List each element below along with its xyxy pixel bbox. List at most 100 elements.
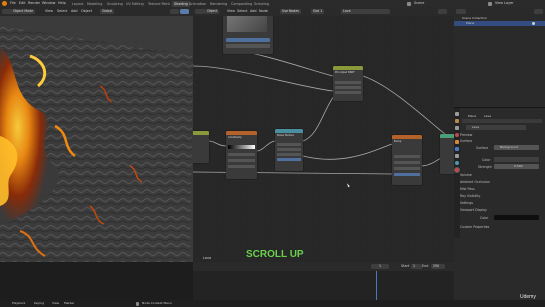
node-menu-node[interactable]: Node (259, 9, 268, 13)
scene-icon[interactable] (407, 1, 411, 6)
node-field[interactable] (335, 91, 361, 94)
view-layer-icon[interactable] (488, 1, 492, 6)
node-principled-bsdf[interactable]: Principled BSDF (333, 66, 363, 101)
modifier-tab-icon[interactable] (455, 147, 459, 151)
section-ray-visibility[interactable]: Ray Visibility (460, 194, 480, 198)
use-nodes-toggle[interactable]: Use Nodes (280, 8, 301, 15)
object-mode-dropdown[interactable]: Object Mode (11, 8, 36, 15)
start-frame-field[interactable]: 1 (411, 263, 422, 270)
node-field[interactable] (394, 161, 420, 164)
node-field[interactable] (394, 167, 420, 170)
section-volume[interactable]: Volume (460, 173, 472, 177)
node-field[interactable] (228, 165, 255, 168)
tab-compositing[interactable]: Compositing (231, 2, 252, 6)
playhead[interactable] (376, 271, 377, 300)
tab-shading[interactable]: Shading (172, 0, 190, 7)
blender-logo-icon[interactable] (2, 1, 7, 6)
scene-selector[interactable]: Scene (414, 1, 424, 5)
tab-modeling[interactable]: Modeling (87, 2, 102, 6)
node-field[interactable] (226, 38, 270, 42)
orientation-dropdown[interactable]: Global (100, 8, 115, 15)
node-field[interactable] (335, 81, 361, 84)
tool-tab-icon[interactable] (455, 112, 459, 116)
status-keying[interactable]: Keying (34, 302, 44, 305)
node-field[interactable] (277, 153, 301, 156)
outliner-filter-icon[interactable] (534, 8, 543, 15)
node-field[interactable] (335, 86, 361, 89)
node-field[interactable] (277, 143, 301, 146)
shader-type-dropdown[interactable]: Object (205, 8, 220, 15)
section-viewport-display[interactable]: Viewport Display (460, 208, 487, 212)
tab-animation[interactable]: Animation (189, 2, 206, 6)
tab-texture-paint[interactable]: Texture Paint (148, 2, 170, 6)
3d-viewport[interactable] (0, 16, 193, 262)
output-tab-icon[interactable] (455, 126, 459, 130)
tab-rendering[interactable]: Rendering (210, 2, 227, 6)
menu-render[interactable]: Render (28, 1, 40, 5)
viewport-menu-select[interactable]: Select (57, 9, 67, 13)
strength-field[interactable]: 0.500 (494, 164, 539, 169)
node-field[interactable] (228, 159, 255, 162)
tab-uv-editing[interactable]: UV Editing (126, 2, 144, 6)
tab-layout[interactable]: Layout (72, 2, 84, 6)
section-mist-pass[interactable]: Mist Pass (460, 187, 475, 191)
particles-tab-icon[interactable] (455, 154, 459, 158)
section-preview[interactable]: Preview (460, 133, 472, 137)
material-slot-list[interactable] (462, 119, 542, 123)
viewport-color-swatch[interactable] (494, 215, 539, 220)
node-editor-type-button[interactable] (195, 8, 205, 15)
section-settings[interactable]: Settings (460, 201, 473, 205)
node-field[interactable] (394, 155, 420, 158)
view-layer-selector[interactable]: View Layer (495, 1, 514, 5)
slot-dropdown[interactable]: Slot 1 (311, 8, 325, 15)
physics-tab-icon[interactable] (455, 161, 459, 165)
viewport-menu-object[interactable]: Object (81, 9, 92, 13)
node-field[interactable] (394, 173, 420, 176)
node-field[interactable] (228, 153, 255, 156)
current-frame-field[interactable]: 1 (371, 263, 389, 270)
section-ambient-occlusion[interactable]: Ambient Occlusion (460, 180, 490, 184)
shading-solid-button[interactable] (170, 8, 179, 15)
menu-help[interactable]: Help (58, 1, 66, 5)
shading-rendered-button[interactable] (180, 8, 189, 15)
color-swatch[interactable] (494, 157, 539, 162)
menu-edit[interactable]: Edit (19, 1, 26, 5)
node-menu-view[interactable]: View (227, 9, 235, 13)
outliner-item-plane[interactable]: Plane (454, 21, 545, 26)
color-ramp-bar[interactable] (228, 145, 255, 149)
object-tab-icon[interactable] (455, 140, 459, 144)
menu-file[interactable]: File (10, 1, 16, 5)
shader-node-editor[interactable]: Principled BSDF ColorRamp Noise Texture … (193, 16, 454, 262)
node-bump[interactable]: Bump (392, 135, 422, 185)
status-view[interactable]: View (52, 302, 59, 305)
material-selector[interactable]: Lava (341, 8, 390, 15)
viewport-menu-view[interactable]: View (45, 9, 53, 13)
node-vector[interactable] (193, 131, 209, 163)
node-menu-select[interactable]: Select (237, 9, 247, 13)
tab-sculpting[interactable]: Sculpting (107, 2, 123, 6)
end-frame-field[interactable]: 250 (431, 263, 445, 270)
node-field[interactable] (226, 44, 270, 48)
status-marker[interactable]: Marker (64, 302, 74, 305)
tab-scripting[interactable]: Scripting (254, 2, 269, 6)
node-image-texture[interactable] (223, 16, 273, 54)
section-surface[interactable]: Surface (460, 139, 472, 143)
pin-icon[interactable] (438, 8, 447, 15)
outliner-type-button[interactable] (456, 8, 466, 15)
surface-shader-field[interactable]: Background (494, 145, 539, 150)
render-tab-icon[interactable] (455, 119, 459, 123)
node-field[interactable] (277, 158, 301, 161)
node-menu-add[interactable]: Add (250, 9, 257, 13)
visibility-icon[interactable] (532, 22, 535, 25)
node-material-output[interactable] (440, 134, 454, 174)
section-custom-properties[interactable]: Custom Properties (460, 225, 489, 229)
viewport-menu-add[interactable]: Add (71, 9, 78, 13)
material-tab-icon[interactable] (455, 168, 459, 172)
material-name-field[interactable]: Lava (466, 125, 526, 130)
node-colorramp[interactable]: ColorRamp (226, 131, 257, 179)
status-playback[interactable]: Playback (12, 302, 25, 305)
node-noise-texture[interactable]: Noise Texture (275, 129, 303, 171)
menu-window[interactable]: Window (42, 1, 55, 5)
node-field[interactable] (277, 148, 301, 151)
world-tab-icon[interactable] (455, 133, 459, 137)
